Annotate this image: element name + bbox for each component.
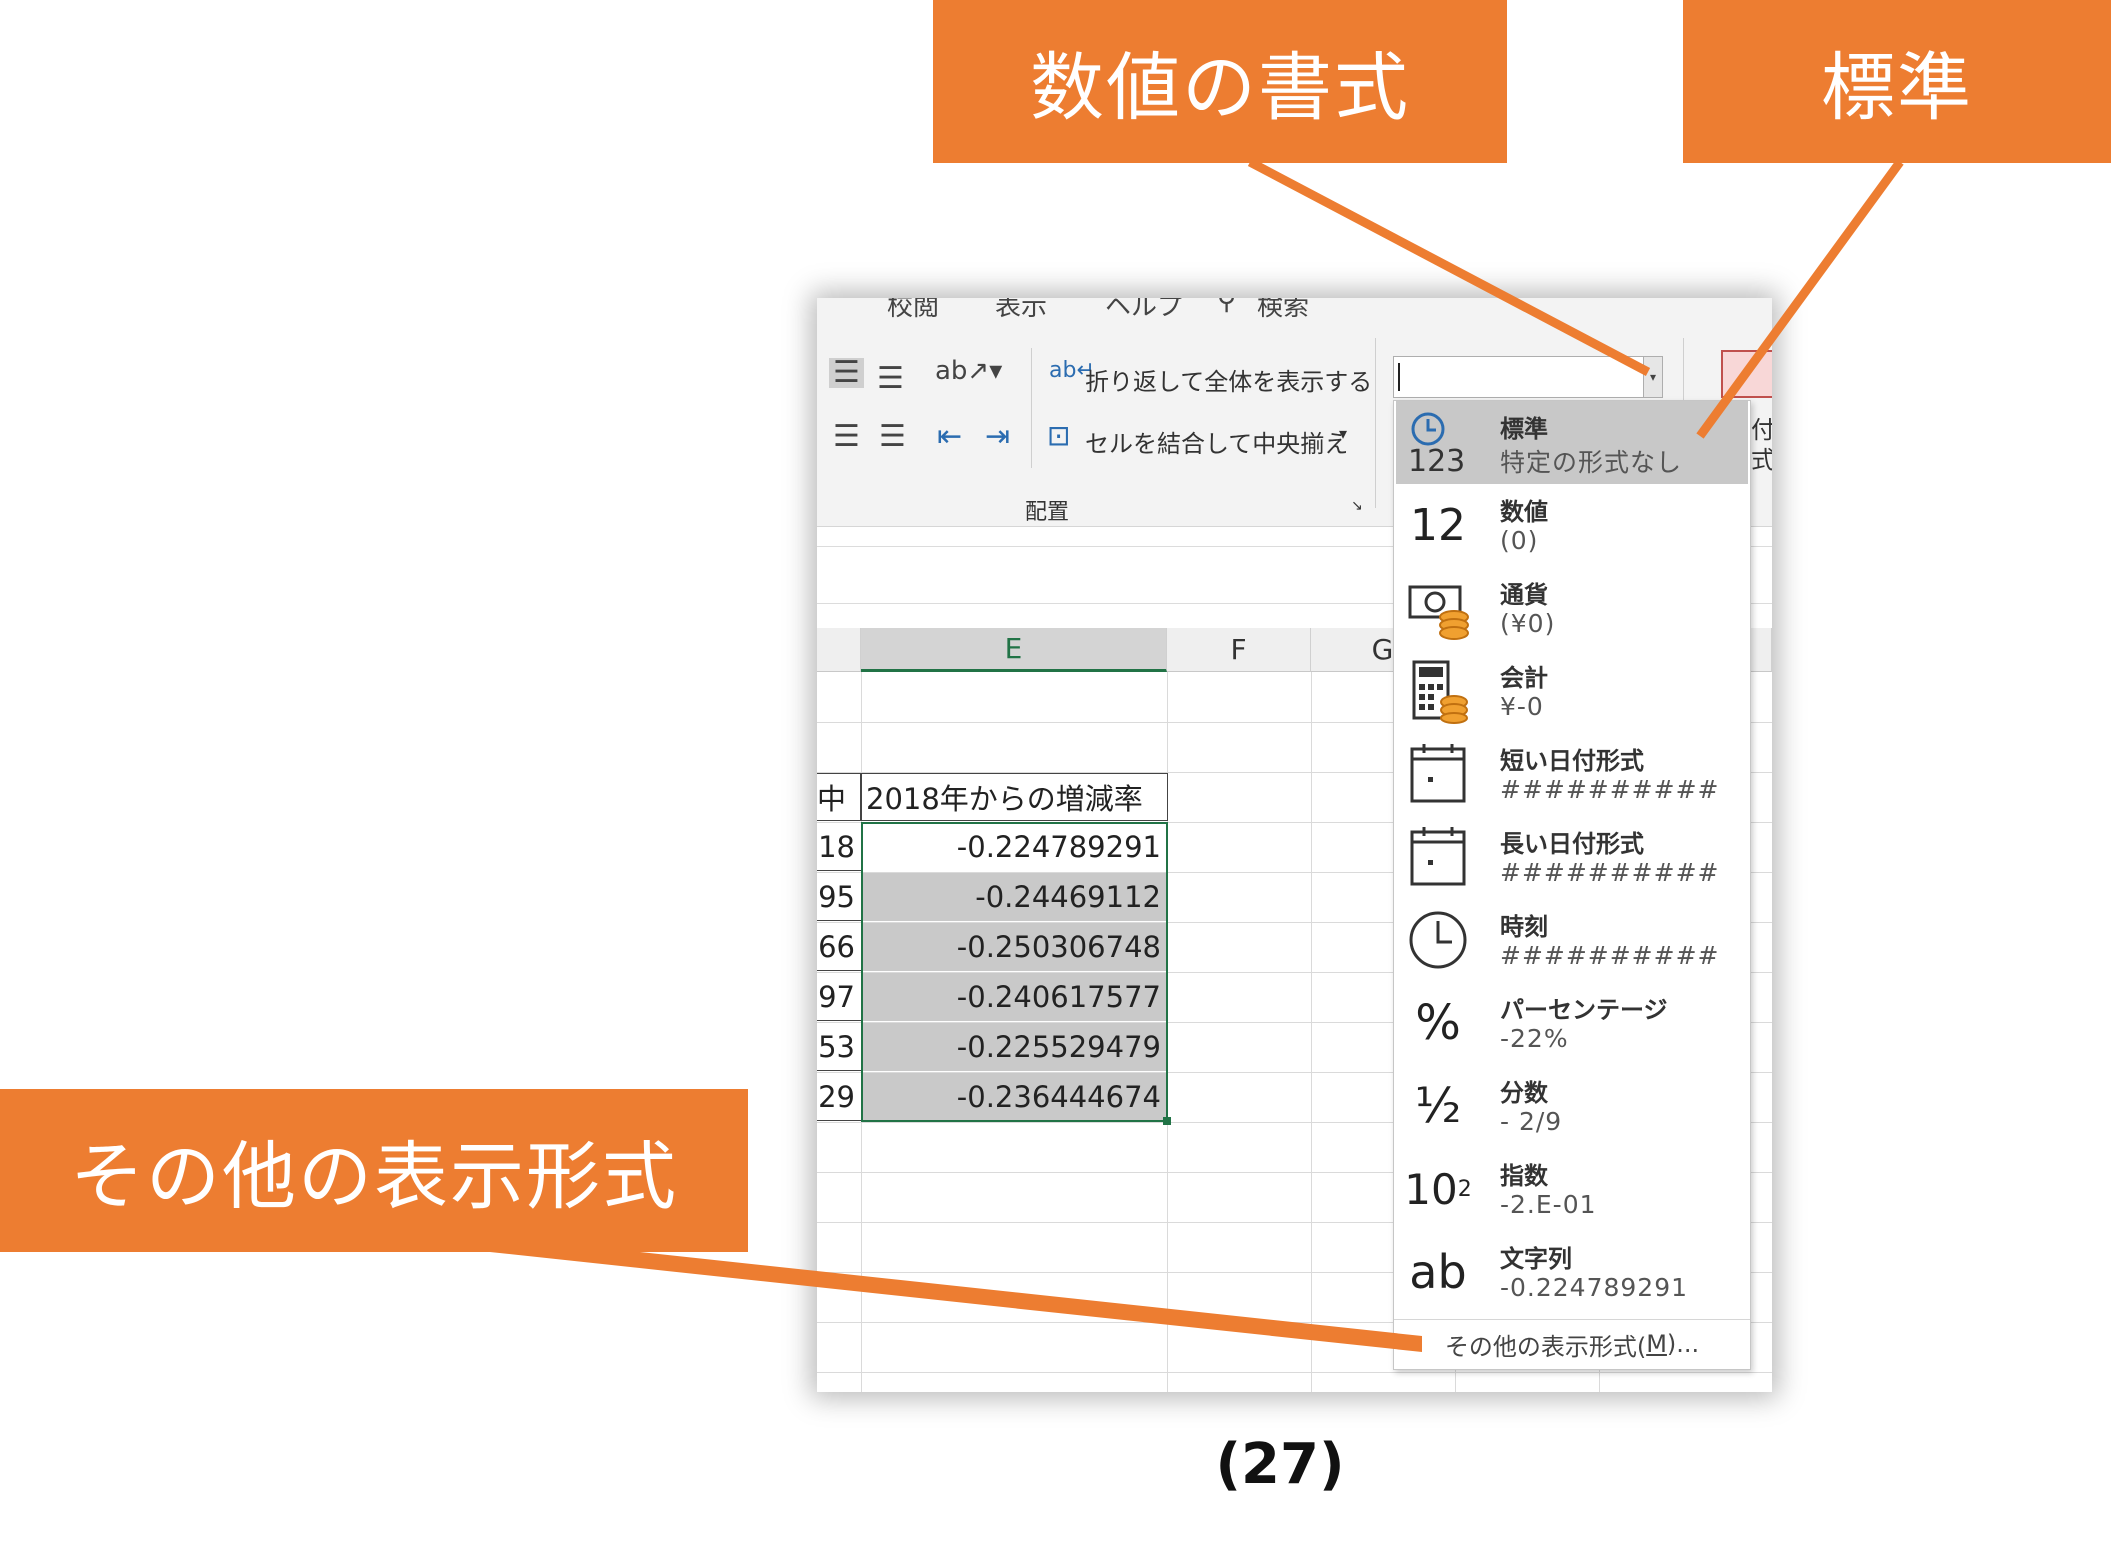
table-row-left-cell[interactable]: 595 xyxy=(817,873,861,921)
menu-item-sample: ########## xyxy=(1500,858,1720,887)
ribbon-separator xyxy=(1031,348,1032,468)
align-middle-icon[interactable]: ☰ xyxy=(829,358,864,388)
excel-screenshot: 校閲 表示 ヘルプ ⚲ 検索 ☰ ☰ ab↗▾ ☰ ☰ ⇤ ⇥ ab↵ 折り返し… xyxy=(817,298,1772,1392)
selection-border xyxy=(861,822,1168,1122)
currency-icon xyxy=(1406,575,1470,641)
scientific-icon: 10 2 xyxy=(1404,1164,1472,1214)
decrease-indent-icon[interactable]: ⇤ xyxy=(937,422,962,452)
menu-item-label: 長い日付形式 xyxy=(1500,830,1644,858)
table-header-cell[interactable]: 2018年からの増減率 xyxy=(861,773,1168,821)
percent-icon: % xyxy=(1415,995,1461,1051)
text-ab-icon: ab xyxy=(1409,1245,1467,1299)
align-bottom-icon[interactable]: ☰ xyxy=(877,364,904,394)
menu-item-sample: - 2/9 xyxy=(1500,1107,1563,1136)
row-header-corner xyxy=(817,628,861,672)
merge-center-icon[interactable]: ⊡ xyxy=(1047,422,1070,450)
table-row-left-cell[interactable]: 197 xyxy=(817,973,861,1021)
menu-item-sample: (¥0) xyxy=(1500,609,1556,638)
menu-item-time[interactable]: 時刻 ########## xyxy=(1396,899,1748,982)
menu-item-label: 短い日付形式 xyxy=(1500,747,1644,775)
table-row-left-cell[interactable]: 566 xyxy=(817,923,861,971)
more-formats-accesskey: M xyxy=(1646,1330,1667,1358)
merge-center-button[interactable]: セルを結合して中央揃え xyxy=(1085,424,1348,459)
svg-text:123: 123 xyxy=(1408,444,1465,475)
group-label-alignment: 配置 xyxy=(1025,500,1070,525)
column-header-f[interactable]: F xyxy=(1167,628,1311,672)
menu-item-sample: -2.E-01 xyxy=(1500,1190,1597,1219)
menu-item-scientific[interactable]: 10 2 指数 -2.E-01 xyxy=(1396,1148,1748,1231)
menu-item-sample: 特定の形式なし xyxy=(1500,448,1683,477)
more-formats-suffix: )... xyxy=(1666,1330,1700,1358)
clock-123-icon: 123 xyxy=(1406,409,1470,475)
menu-item-text[interactable]: ab 文字列 -0.224789291 xyxy=(1396,1231,1748,1314)
tab-help[interactable]: ヘルプ xyxy=(1105,298,1183,323)
tab-view[interactable]: 表示 xyxy=(995,298,1047,323)
align-right-icon[interactable]: ☰ xyxy=(879,422,906,452)
menu-item-percentage[interactable]: % パーセンテージ -22% xyxy=(1396,982,1748,1065)
callout-number-format: 数値の書式 xyxy=(933,0,1507,163)
number-format-combobox[interactable] xyxy=(1393,356,1663,398)
dialog-launcher-icon[interactable]: ↘ xyxy=(1351,498,1363,514)
callout-more-formats: その他の表示形式 xyxy=(0,1089,748,1252)
menu-item-label: 会計 xyxy=(1500,664,1548,692)
menu-item-sample: ########## xyxy=(1500,941,1720,970)
fraction-icon: ½ xyxy=(1414,1078,1462,1134)
fill-handle[interactable] xyxy=(1163,1117,1171,1125)
callout-standard: 標準 xyxy=(1683,0,2111,163)
table-row-left-cell[interactable]: 353 xyxy=(817,1023,861,1071)
menu-item-label: 指数 xyxy=(1500,1162,1548,1190)
conditional-format-icon[interactable] xyxy=(1721,350,1772,398)
menu-item-sample: ¥-0 xyxy=(1500,692,1544,721)
menu-item-accounting[interactable]: 会計 ¥-0 xyxy=(1396,650,1748,733)
menu-item-label: パーセンテージ xyxy=(1500,996,1668,1024)
menu-item-fraction[interactable]: ½ 分数 - 2/9 xyxy=(1396,1065,1748,1148)
orientation-icon[interactable]: ab↗▾ xyxy=(935,358,1002,384)
ribbon-separator xyxy=(1375,338,1376,508)
number-format-dropdown-icon[interactable]: ▾ xyxy=(1643,356,1663,398)
calendar-icon xyxy=(1406,741,1470,807)
menu-item-currency[interactable]: 通貨 (¥0) xyxy=(1396,567,1748,650)
tab-review[interactable]: 校閲 xyxy=(887,298,939,323)
table-row-left-cell[interactable]: 318 xyxy=(817,823,861,871)
ribbon-cut-label: 式 xyxy=(1751,446,1772,474)
number-12-icon: 12 xyxy=(1410,499,1466,551)
accounting-icon xyxy=(1406,658,1470,724)
calendar-icon xyxy=(1406,824,1470,890)
search-icon[interactable]: ⚲ xyxy=(1217,298,1236,316)
menu-item-sample: ########## xyxy=(1500,775,1720,804)
menu-item-number[interactable]: 12 数値 (0) xyxy=(1396,484,1748,567)
merge-dropdown-icon[interactable]: ▾ xyxy=(1339,424,1347,443)
menu-item-general[interactable]: 123 標準 特定の形式なし xyxy=(1396,401,1748,484)
more-formats-prefix: その他の表示形式( xyxy=(1444,1332,1647,1361)
column-header-e[interactable]: E xyxy=(861,628,1167,672)
align-center-icon[interactable]: ☰ xyxy=(833,422,860,452)
page-number: (27) xyxy=(1215,1432,1345,1497)
menu-item-label: 時刻 xyxy=(1500,913,1548,941)
menu-item-label: 文字列 xyxy=(1500,1245,1572,1273)
menu-item-short-date[interactable]: 短い日付形式 ########## xyxy=(1396,733,1748,816)
menu-item-long-date[interactable]: 長い日付形式 ########## xyxy=(1396,816,1748,899)
menu-item-sample: (0) xyxy=(1500,526,1539,555)
table-row-left-cell[interactable]: 729 xyxy=(817,1073,861,1121)
clock-icon xyxy=(1406,907,1470,973)
more-number-formats-link[interactable]: その他の表示形式(M)... xyxy=(1394,1319,1750,1368)
increase-indent-icon[interactable]: ⇥ xyxy=(985,422,1010,452)
wrap-text-button[interactable]: 折り返して全体を表示する xyxy=(1085,362,1372,397)
grid-line xyxy=(817,1372,1772,1373)
menu-item-label: 分数 xyxy=(1500,1079,1548,1107)
menu-item-label: 標準 xyxy=(1500,415,1548,443)
table-header-left-cell[interactable]: 中 xyxy=(817,773,861,821)
menu-item-label: 数値 xyxy=(1500,498,1548,526)
grid-line xyxy=(1311,672,1312,1392)
tab-search[interactable]: 検索 xyxy=(1257,298,1309,323)
menu-item-sample: -0.224789291 xyxy=(1500,1273,1689,1302)
number-format-menu: 123 標準 特定の形式なし 12 数値 (0) 通貨 (¥0) 会計 ¥-0 … xyxy=(1393,400,1751,1370)
menu-item-label: 通貨 xyxy=(1500,581,1548,609)
menu-item-sample: -22% xyxy=(1500,1024,1569,1053)
